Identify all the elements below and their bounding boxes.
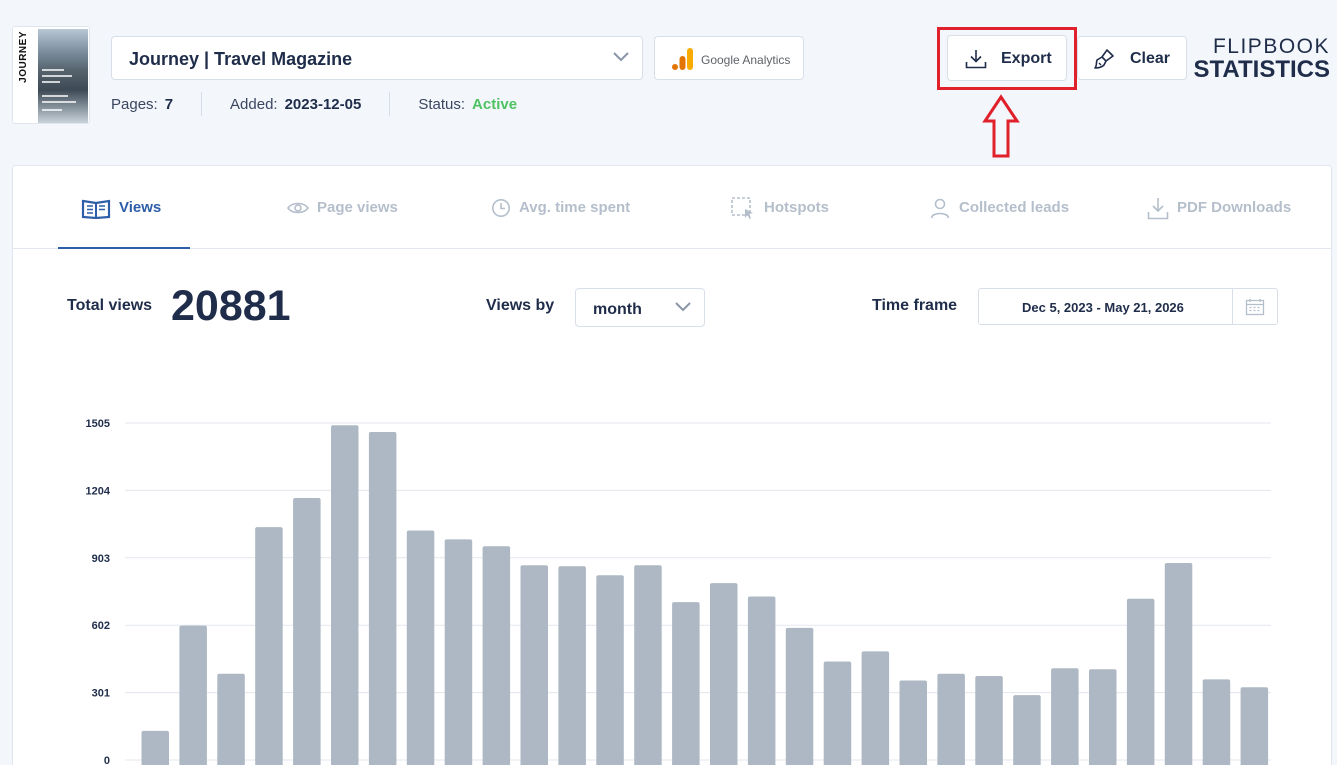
thumbnail-cover-image — [38, 29, 88, 123]
thumbnail-spine-title: JOURNEY — [18, 31, 29, 83]
chevron-down-icon — [675, 302, 691, 312]
brand-line-1: FLIPBOOK — [1212, 35, 1330, 58]
chart-bar[interactable] — [444, 539, 473, 765]
meta-divider — [201, 92, 203, 116]
google-analytics-button[interactable]: Google Analytics — [654, 36, 804, 80]
status-value: Active — [472, 95, 518, 113]
chart-bar[interactable] — [710, 583, 738, 765]
chart-bar[interactable] — [672, 602, 700, 765]
brand-logo: FLIPBOOK STATISTICS — [1194, 36, 1330, 82]
chart-bar[interactable] — [1240, 687, 1269, 765]
calendar-icon — [1245, 298, 1265, 315]
chart-bar[interactable] — [861, 651, 890, 765]
download-icon — [1147, 197, 1169, 219]
views-by-select[interactable]: month — [575, 288, 705, 327]
chart-bar[interactable] — [1164, 563, 1193, 765]
chart-bar[interactable] — [141, 730, 170, 765]
brand-line-2: STATISTICS — [1193, 56, 1330, 83]
book-icon — [81, 199, 111, 219]
chart-bar[interactable] — [217, 673, 245, 765]
total-views-value: 20881 — [171, 282, 291, 330]
tab-hotspots[interactable]: Hotspots — [730, 166, 829, 249]
views-by-value: month — [593, 301, 642, 318]
tab-avg-time-label: Avg. time spent — [519, 199, 631, 216]
chart-bar[interactable] — [899, 680, 928, 765]
export-label: Export — [1001, 50, 1052, 67]
chart-bar[interactable] — [482, 546, 511, 765]
download-icon — [965, 50, 987, 69]
chart-bar[interactable] — [406, 530, 435, 765]
time-frame-value: Dec 5, 2023 - May 21, 2026 — [1022, 300, 1184, 315]
clock-icon — [492, 198, 510, 217]
active-tab-indicator — [58, 247, 190, 249]
export-button[interactable]: Export — [947, 35, 1067, 81]
chart-bar[interactable] — [255, 527, 283, 765]
brush-icon — [1094, 49, 1114, 69]
tab-pdf-downloads-label: PDF Downloads — [1177, 199, 1292, 216]
chart-bar[interactable] — [1013, 695, 1041, 765]
eye-icon — [287, 202, 309, 213]
chart-bar[interactable] — [823, 661, 852, 765]
pages-value: 7 — [164, 95, 174, 113]
time-frame-input[interactable]: Dec 5, 2023 - May 21, 2026 — [978, 288, 1278, 325]
hotspot-icon — [731, 196, 753, 219]
flipbook-meta: Pages: 7 Added: 2023-12-05 Status: Activ… — [111, 92, 518, 116]
chart-bar[interactable] — [368, 432, 397, 765]
time-frame-label: Time frame — [872, 297, 958, 314]
tab-collected-leads-label: Collected leads — [959, 199, 1070, 216]
flipbook-title: Journey | Travel Magazine — [129, 49, 353, 69]
tab-views[interactable]: Views — [81, 166, 161, 249]
chart-bar[interactable] — [634, 565, 662, 765]
chart-bar[interactable] — [747, 596, 776, 765]
chart-bar[interactable] — [1051, 668, 1079, 765]
tab-pdf-downloads[interactable]: PDF Downloads — [1147, 166, 1291, 249]
chart-bar[interactable] — [520, 565, 549, 765]
up-arrow-annotation-icon — [982, 94, 1020, 158]
chart-bar[interactable] — [937, 673, 965, 765]
flipbook-thumbnail: JOURNEY — [12, 26, 90, 124]
stats-tabs: Views Page views Avg. time spent Hotspot… — [13, 166, 1331, 249]
chart-bar[interactable] — [1126, 598, 1155, 765]
chart-bar[interactable] — [558, 566, 586, 765]
meta-divider — [389, 92, 391, 116]
chart-bar[interactable] — [785, 627, 814, 765]
chart-bar[interactable] — [1089, 669, 1117, 765]
views-by-label: Views by — [486, 297, 555, 314]
google-analytics-label: Google Analytics — [701, 53, 791, 67]
clear-button[interactable]: Clear — [1077, 36, 1187, 80]
tab-page-views[interactable]: Page views — [287, 166, 398, 249]
chevron-down-icon — [613, 52, 629, 62]
flipbook-select[interactable]: Journey | Travel Magazine — [111, 36, 643, 80]
chart-bar[interactable] — [179, 625, 207, 765]
tab-hotspots-label: Hotspots — [764, 199, 829, 216]
status-label: Status: — [418, 95, 466, 113]
tab-collected-leads[interactable]: Collected leads — [929, 166, 1069, 249]
chart-bar[interactable] — [1202, 679, 1231, 765]
chart-bar[interactable] — [975, 676, 1003, 765]
added-label: Added: — [230, 95, 278, 113]
chart-bar[interactable] — [293, 498, 321, 765]
chart-bar[interactable] — [331, 425, 359, 765]
google-analytics-icon — [672, 48, 693, 70]
tab-views-label: Views — [119, 199, 162, 216]
chart-bar[interactable] — [596, 575, 624, 765]
pages-label: Pages: — [111, 95, 158, 113]
added-value: 2023-12-05 — [284, 95, 362, 113]
total-views-label: Total views — [67, 297, 153, 314]
user-icon — [930, 198, 950, 218]
calendar-button[interactable] — [1232, 289, 1277, 324]
tab-avg-time-spent[interactable]: Avg. time spent — [491, 166, 630, 249]
clear-label: Clear — [1130, 50, 1171, 67]
tab-page-views-label: Page views — [317, 199, 398, 216]
